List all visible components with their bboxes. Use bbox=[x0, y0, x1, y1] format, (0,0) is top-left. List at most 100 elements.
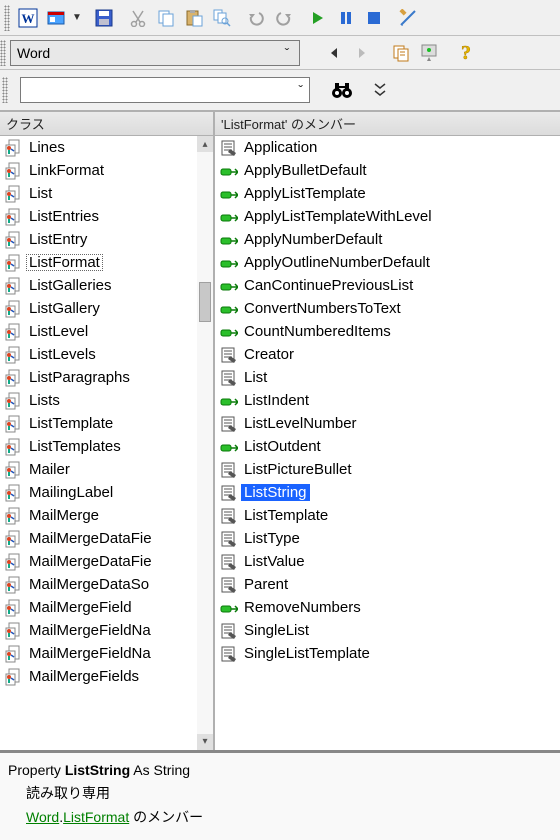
member-item[interactable]: ApplyListTemplateWithLevel bbox=[215, 205, 560, 228]
member-item[interactable]: ListIndent bbox=[215, 389, 560, 412]
member-item[interactable]: RemoveNumbers bbox=[215, 596, 560, 619]
scroll-thumb[interactable] bbox=[199, 282, 211, 322]
pause-icon[interactable] bbox=[333, 5, 359, 31]
copy-clipboard-icon[interactable] bbox=[389, 40, 415, 66]
dropdown-caret-icon[interactable]: ▼ bbox=[70, 12, 84, 23]
details-class-link[interactable]: ListFormat bbox=[63, 809, 129, 825]
member-item[interactable]: ApplyNumberDefault bbox=[215, 228, 560, 251]
svg-text:W: W bbox=[22, 11, 35, 26]
member-item-label: ListValue bbox=[241, 553, 308, 570]
member-item[interactable]: ApplyOutlineNumberDefault bbox=[215, 251, 560, 274]
members-list[interactable]: ApplicationApplyBulletDefaultApplyListTe… bbox=[215, 136, 560, 750]
class-item-label: MailMergeFields bbox=[26, 668, 142, 685]
stop-icon[interactable] bbox=[361, 5, 387, 31]
class-item[interactable]: ListEntry bbox=[0, 228, 197, 251]
class-item[interactable]: MailingLabel bbox=[0, 481, 197, 504]
member-item[interactable]: Application bbox=[215, 136, 560, 159]
method-icon bbox=[219, 323, 239, 341]
find-icon[interactable] bbox=[209, 5, 235, 31]
member-item[interactable]: Parent bbox=[215, 573, 560, 596]
class-item[interactable]: ListParagraphs bbox=[0, 366, 197, 389]
class-item-label: MailingLabel bbox=[26, 484, 116, 501]
class-item[interactable]: ListGalleries bbox=[0, 274, 197, 297]
member-item[interactable]: ListPictureBullet bbox=[215, 458, 560, 481]
class-item[interactable]: MailMerge bbox=[0, 504, 197, 527]
property-icon bbox=[219, 507, 239, 525]
binoculars-icon[interactable] bbox=[329, 77, 355, 103]
member-item[interactable]: ListLevelNumber bbox=[215, 412, 560, 435]
paste-icon[interactable] bbox=[181, 5, 207, 31]
class-item-label: ListParagraphs bbox=[26, 369, 133, 386]
scroll-track[interactable] bbox=[197, 152, 213, 734]
member-item[interactable]: ListString bbox=[215, 481, 560, 504]
scroll-down-icon[interactable]: ▾ bbox=[197, 734, 213, 750]
scroll-up-icon[interactable]: ▴ bbox=[197, 136, 213, 152]
class-item[interactable]: Lines bbox=[0, 136, 197, 159]
class-item[interactable]: MailMergeDataFie bbox=[0, 527, 197, 550]
class-item[interactable]: ListEntries bbox=[0, 205, 197, 228]
member-item[interactable]: ListValue bbox=[215, 550, 560, 573]
member-item-label: SingleListTemplate bbox=[241, 645, 373, 662]
class-item-label: MailMergeDataSo bbox=[26, 576, 152, 593]
class-icon bbox=[4, 369, 24, 387]
view-vba-icon[interactable] bbox=[43, 5, 69, 31]
library-combo[interactable]: ˇ bbox=[10, 40, 300, 66]
classes-list[interactable]: LinesLinkFormatListListEntriesListEntryL… bbox=[0, 136, 213, 750]
member-item-label: ListIndent bbox=[241, 392, 312, 409]
save-icon[interactable] bbox=[91, 5, 117, 31]
member-item[interactable]: List bbox=[215, 366, 560, 389]
redo-icon[interactable] bbox=[271, 5, 297, 31]
expand-chevrons-icon[interactable] bbox=[367, 77, 393, 103]
class-item[interactable]: MailMergeFieldNa bbox=[0, 642, 197, 665]
class-item[interactable]: LinkFormat bbox=[0, 159, 197, 182]
class-item[interactable]: ListLevels bbox=[0, 343, 197, 366]
chevron-down-icon[interactable]: ˇ bbox=[292, 82, 309, 98]
class-item[interactable]: List bbox=[0, 182, 197, 205]
class-item[interactable]: ListGallery bbox=[0, 297, 197, 320]
chevron-down-icon[interactable]: ˇ bbox=[281, 45, 293, 61]
library-combo-input[interactable] bbox=[17, 45, 281, 61]
copy-icon[interactable] bbox=[153, 5, 179, 31]
class-item-label: MailMergeField bbox=[26, 599, 135, 616]
class-item-label: Mailer bbox=[26, 461, 73, 478]
class-item[interactable]: MailMergeFields bbox=[0, 665, 197, 688]
class-item-label: MailMerge bbox=[26, 507, 102, 524]
member-item[interactable]: ListOutdent bbox=[215, 435, 560, 458]
word-app-icon[interactable]: W bbox=[15, 5, 41, 31]
member-item[interactable]: ApplyListTemplate bbox=[215, 182, 560, 205]
nav-back-icon[interactable] bbox=[321, 40, 347, 66]
class-item[interactable]: MailMergeField bbox=[0, 596, 197, 619]
member-item[interactable]: ConvertNumbersToText bbox=[215, 297, 560, 320]
class-item[interactable]: ListTemplates bbox=[0, 435, 197, 458]
search-input[interactable] bbox=[21, 82, 292, 98]
member-item[interactable]: SingleListTemplate bbox=[215, 642, 560, 665]
view-definition-icon[interactable] bbox=[417, 40, 443, 66]
cut-icon[interactable] bbox=[125, 5, 151, 31]
class-item[interactable]: ListFormat bbox=[0, 251, 197, 274]
run-icon[interactable] bbox=[305, 5, 331, 31]
class-item[interactable]: MailMergeDataSo bbox=[0, 573, 197, 596]
member-item[interactable]: ListType bbox=[215, 527, 560, 550]
member-item[interactable]: Creator bbox=[215, 343, 560, 366]
search-combo[interactable]: ˇ bbox=[20, 77, 310, 103]
scrollbar[interactable]: ▴ ▾ bbox=[197, 136, 213, 750]
help-icon[interactable]: ? bbox=[453, 40, 479, 66]
member-item[interactable]: CanContinuePreviousList bbox=[215, 274, 560, 297]
design-mode-icon[interactable] bbox=[395, 5, 421, 31]
class-item[interactable]: ListTemplate bbox=[0, 412, 197, 435]
member-item[interactable]: ListTemplate bbox=[215, 504, 560, 527]
details-lib-link[interactable]: Word bbox=[26, 809, 59, 825]
class-item[interactable]: ListLevel bbox=[0, 320, 197, 343]
method-icon bbox=[219, 392, 239, 410]
undo-icon[interactable] bbox=[243, 5, 269, 31]
class-item[interactable]: MailMergeDataFie bbox=[0, 550, 197, 573]
main-toolbar: W ▼ bbox=[0, 0, 560, 36]
library-toolbar: ˇ ? bbox=[0, 36, 560, 70]
member-item[interactable]: CountNumberedItems bbox=[215, 320, 560, 343]
class-item[interactable]: Lists bbox=[0, 389, 197, 412]
member-item[interactable]: ApplyBulletDefault bbox=[215, 159, 560, 182]
class-item[interactable]: MailMergeFieldNa bbox=[0, 619, 197, 642]
class-item[interactable]: Mailer bbox=[0, 458, 197, 481]
class-icon bbox=[4, 231, 24, 249]
member-item[interactable]: SingleList bbox=[215, 619, 560, 642]
